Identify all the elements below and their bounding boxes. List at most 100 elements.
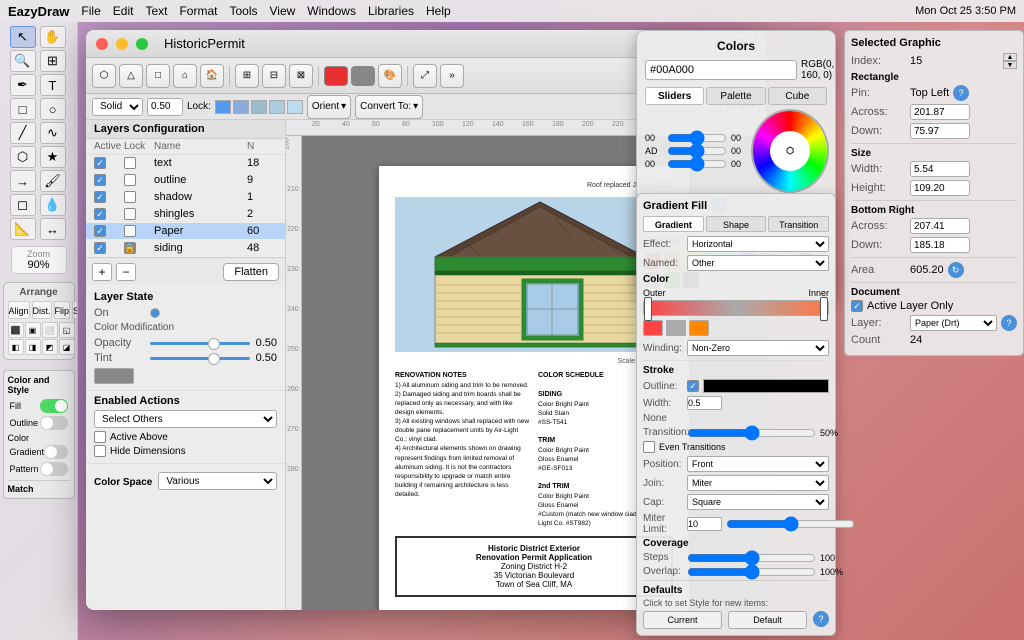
hand-tool[interactable]: ✋ [40,26,66,48]
width-input[interactable] [910,161,970,177]
pen-tool[interactable]: ✒ [10,74,36,96]
layer-add-btn[interactable]: + [92,263,112,281]
menu-libraries[interactable]: Libraries [368,4,414,18]
layer-row-outline[interactable]: ✓ outline 9 [86,172,285,189]
flatten-btn[interactable]: Flatten [223,263,279,281]
menu-windows[interactable]: Windows [307,4,356,18]
named-select[interactable]: Other [687,255,829,271]
tb-expand[interactable]: ⤢ [413,64,437,88]
arrange-icon-7[interactable]: ◩ [42,339,58,355]
layer-active-text[interactable]: ✓ [94,157,106,169]
tb-chart[interactable]: ⊠ [289,64,313,88]
layer-row-shadow[interactable]: ✓ shadow 1 [86,189,285,206]
layer-row-shingles[interactable]: ✓ shingles 2 [86,206,285,223]
measure-tool[interactable]: 📐 [10,218,36,240]
brush-tool[interactable]: 🖌 [40,170,66,192]
layer-lock-text[interactable] [124,157,136,169]
color-swatch-pale[interactable] [269,100,285,114]
miter-slider[interactable] [726,520,855,528]
tint-slider[interactable] [150,357,250,360]
layer-active-paper[interactable]: ✓ [94,225,106,237]
gp-tab-gradient[interactable]: Gradient [643,216,704,232]
layer-lock-outline[interactable] [124,174,136,186]
arrange-icon-4[interactable]: ◱ [59,322,75,338]
arrow-tool[interactable]: → [10,170,36,192]
tb-shape3[interactable]: □ [146,64,170,88]
arrange-icon-3[interactable]: ⬜ [42,322,58,338]
arrange-icon-5[interactable]: ◧ [8,339,24,355]
maximize-button[interactable] [136,38,148,50]
br-down-input[interactable] [910,237,970,253]
polygon-tool[interactable]: ⬡ [10,146,36,168]
stroke-width-field[interactable] [687,396,722,410]
position-select[interactable]: Front [687,456,829,472]
dist-btn[interactable]: Dist. [32,301,52,319]
color-swatch-lightblue[interactable] [233,100,249,114]
index-down-step[interactable]: ▼ [1003,61,1017,69]
tint-color-swatch[interactable] [94,368,134,384]
stroke-width-input[interactable] [147,98,183,116]
tab-cube[interactable]: Cube [768,87,827,105]
tb-grid[interactable]: ⊞ [235,64,259,88]
active-above-check[interactable] [94,431,106,443]
select-others-select[interactable]: Select Others [94,410,277,428]
zoom-tool[interactable]: 🔍 [10,50,36,72]
line-tool[interactable]: ╱ [10,122,36,144]
hide-dim-check[interactable] [94,445,106,457]
layer-lock-siding[interactable]: 🔒 [124,242,136,254]
tb-shape1[interactable]: ⬡ [92,64,116,88]
defaults-info-btn[interactable]: ? [813,611,829,627]
gp-tab-transition[interactable]: Transition [768,216,829,232]
tb-shape2[interactable]: △ [119,64,143,88]
flip-btn[interactable]: Flip [54,301,71,319]
gp-tab-shape[interactable]: Shape [706,216,767,232]
stroke-type-select[interactable]: Solid [92,98,143,116]
winding-select[interactable]: Non-Zero [687,340,829,356]
layer-lock-shingles[interactable] [124,208,136,220]
arrange-icon-2[interactable]: ▣ [25,322,41,338]
layer-active-shingles[interactable]: ✓ [94,208,106,220]
steps-slider[interactable] [687,554,816,562]
color-slider-r[interactable] [667,134,727,142]
mid-color-swatch[interactable] [666,320,686,336]
tb-fill-gray[interactable] [351,66,375,86]
layer-info-btn[interactable]: ? [1001,315,1017,331]
layer-row-text[interactable]: ✓ text 18 [86,155,285,172]
even-transitions-check[interactable] [643,441,655,453]
gradient-bar[interactable] [643,300,829,316]
layer-row-paper[interactable]: ✓ Paper 60 [86,223,285,240]
layer-select-doc[interactable]: Paper (Drt) [910,315,997,331]
br-across-input[interactable] [910,218,970,234]
layer-active-siding[interactable]: ✓ [94,242,106,254]
height-input[interactable] [910,180,970,196]
gradient-stop-left[interactable] [644,297,652,321]
tb-fill-red[interactable] [324,66,348,86]
tab-palette[interactable]: Palette [706,87,765,105]
cap-select[interactable]: Square [687,494,829,510]
join-select[interactable]: Miter [687,475,829,491]
across-input[interactable] [910,104,970,120]
tb-building[interactable]: 🏠 [200,64,224,88]
transition-slider[interactable] [687,429,816,437]
stroke-color-preview[interactable] [703,379,829,393]
overlap-slider[interactable] [687,568,816,576]
tb-home[interactable]: ⌂ [173,64,197,88]
tb-more[interactable]: » [440,64,464,88]
index-up-step[interactable]: ▲ [1003,53,1017,61]
minimize-button[interactable] [116,38,128,50]
select-tool[interactable]: ↖ [10,26,36,48]
eye-dropper-tool[interactable]: 💧 [40,194,66,216]
tb-table[interactable]: ⊟ [262,64,286,88]
align-btn[interactable]: Align [8,301,30,319]
tab-sliders[interactable]: Sliders [645,87,704,105]
menu-view[interactable]: View [270,4,296,18]
rect-tool[interactable]: □ [10,98,36,120]
color-slider-b[interactable] [667,160,727,168]
pin-info-btn[interactable]: ? [953,85,969,101]
dimension-tool[interactable]: ↔ [40,218,66,240]
effect-select[interactable]: Horizontal [687,236,829,252]
outer-color-swatch[interactable] [643,320,663,336]
curve-tool[interactable]: ∿ [40,122,66,144]
ellipse-tool[interactable]: ○ [40,98,66,120]
menu-text[interactable]: Text [145,4,167,18]
